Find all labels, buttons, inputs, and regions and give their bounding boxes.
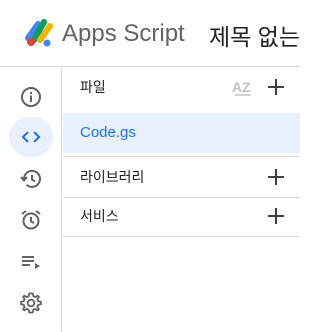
left-nav-rail bbox=[0, 67, 62, 332]
section-divider bbox=[63, 236, 300, 237]
add-library-plus-icon[interactable] bbox=[264, 165, 288, 189]
executions-button[interactable] bbox=[9, 242, 53, 282]
code-icon bbox=[21, 131, 41, 143]
project-title[interactable]: 제목 없는 bbox=[209, 18, 300, 52]
file-item-code-gs[interactable]: Code.gs bbox=[63, 113, 300, 153]
alarm-icon bbox=[21, 210, 41, 230]
settings-button[interactable] bbox=[9, 283, 53, 323]
apps-script-logo[interactable] bbox=[22, 14, 58, 50]
sort-az-icon[interactable]: AZ bbox=[231, 76, 255, 98]
app-title: Apps Script bbox=[62, 20, 185, 47]
svg-text:AZ: AZ bbox=[232, 79, 251, 95]
services-label: 서비스 bbox=[80, 208, 119, 224]
files-panel: 파일 AZ Code.gs 라이브러리 서비스 bbox=[63, 67, 300, 332]
libraries-label: 라이브러리 bbox=[80, 169, 145, 185]
triggers-button[interactable] bbox=[9, 200, 53, 240]
top-bar: Apps Script 제목 없는 bbox=[0, 0, 300, 66]
libraries-section-header: 라이브러리 bbox=[63, 157, 300, 197]
executions-icon bbox=[22, 256, 40, 269]
editor-button[interactable] bbox=[9, 117, 53, 157]
add-service-plus-icon[interactable] bbox=[264, 204, 288, 228]
overview-button[interactable] bbox=[9, 77, 53, 117]
history-icon bbox=[20, 169, 41, 188]
file-name: Code.gs bbox=[80, 124, 136, 141]
add-file-plus-icon[interactable] bbox=[264, 75, 288, 99]
history-button[interactable] bbox=[9, 159, 53, 199]
files-section-header: 파일 AZ bbox=[63, 67, 300, 107]
gear-icon bbox=[20, 292, 42, 314]
files-label: 파일 bbox=[80, 79, 106, 95]
info-icon bbox=[21, 87, 41, 107]
services-section-header: 서비스 bbox=[63, 196, 300, 236]
